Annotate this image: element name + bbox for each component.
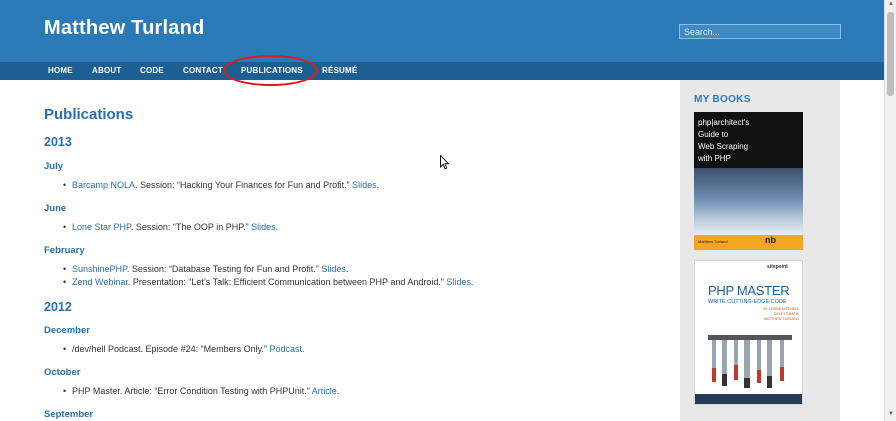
- nav-about[interactable]: ABOUT: [92, 62, 121, 80]
- event-link[interactable]: Lone Star PHP: [72, 222, 131, 232]
- cover-footer-band: [695, 394, 802, 404]
- list-item: • /dev/hell Podcast. Episode #24: “Member…: [63, 344, 305, 354]
- book-cover-php-master[interactable]: sitepoint PHP MASTER WRITE CUTTING-EDGE …: [694, 260, 803, 405]
- podcast-link[interactable]: Podcast: [269, 344, 302, 354]
- entry-end: .: [301, 344, 305, 354]
- list-item: • Zend Webinar. Presentation: “Let’s Talk…: [63, 277, 474, 287]
- vertical-scrollbar[interactable]: ▲ ▼: [884, 0, 896, 421]
- month-heading: February: [44, 245, 85, 256]
- slides-link[interactable]: Slides: [446, 277, 471, 287]
- knife-rack-illustration: [708, 335, 792, 388]
- entry-text: . Presentation: “Let’s Talk: Efficient C…: [127, 277, 447, 287]
- cover-art-frost: [694, 168, 803, 235]
- site-header: Matthew Turland Search...: [0, 0, 884, 62]
- sidebar: MY BOOKS php|architect's Guide to Web Sc…: [680, 80, 840, 421]
- scroll-up-arrow-icon[interactable]: ▲: [887, 1, 895, 7]
- cover-line: with PHP: [698, 154, 731, 163]
- list-item: • PHP Master. Article: “Error Condition T…: [63, 386, 340, 396]
- publisher-logo: nb: [765, 235, 776, 245]
- cover-line: Guide to: [698, 130, 729, 139]
- site-title[interactable]: Matthew Turland: [44, 17, 204, 40]
- sitepoint-logo: sitepoint: [767, 264, 788, 270]
- month-heading: June: [44, 203, 67, 214]
- book-cover-authors: BY LORNA MITCHELL DAVEY SHAFIK MATTHEW T…: [744, 307, 799, 322]
- nav-resume[interactable]: RÉSUMÉ: [322, 62, 357, 80]
- entry-text: PHP Master. Article: “Error Condition Te…: [72, 386, 312, 396]
- cover-author: Matthew Turland: [698, 239, 728, 244]
- month-heading: September: [44, 409, 94, 420]
- bullet: •: [63, 344, 67, 354]
- bullet: •: [63, 180, 67, 190]
- slides-link[interactable]: Slides: [321, 264, 346, 274]
- mouse-cursor-icon: [440, 155, 450, 170]
- book-cover-title: php|architect's Guide to Web Scraping wi…: [698, 117, 798, 165]
- entry-end: .: [336, 386, 340, 396]
- event-link[interactable]: SunshinePHP: [72, 264, 127, 274]
- entry-text: . Session: “Database Testing for Fun and…: [126, 264, 322, 274]
- bullet: •: [63, 277, 67, 287]
- article-link[interactable]: Article: [312, 386, 337, 396]
- event-link[interactable]: Zend Webinar: [72, 277, 128, 287]
- entry-end: .: [376, 180, 380, 190]
- list-item: • SunshinePHP. Session: “Database Testing…: [63, 264, 349, 274]
- main-nav: HOME ABOUT CODE CONTACT PUBLICATIONS RÉS…: [0, 62, 884, 80]
- entry-end: .: [345, 264, 349, 274]
- entry-text: /dev/hell Podcast. Episode #24: “Members…: [72, 344, 270, 354]
- year-heading: 2013: [44, 135, 72, 149]
- month-heading: December: [44, 325, 90, 336]
- list-item: • Lone Star PHP. Session: “The OOP in PHP…: [63, 222, 279, 232]
- bullet: •: [63, 386, 67, 396]
- book-cover-title: PHP MASTER: [708, 283, 790, 298]
- bullet: •: [63, 222, 67, 232]
- book-cover-web-scraping[interactable]: php|architect's Guide to Web Scraping wi…: [694, 112, 803, 250]
- scrollbar-thumb[interactable]: [887, 12, 894, 96]
- event-link[interactable]: Barcamp NOLA: [72, 180, 135, 190]
- entry-end: .: [470, 277, 474, 287]
- scroll-down-arrow-icon[interactable]: ▼: [887, 411, 895, 417]
- page-title: Publications: [44, 106, 134, 123]
- slides-link[interactable]: Slides: [251, 222, 276, 232]
- nav-publications[interactable]: PUBLICATIONS: [241, 62, 303, 80]
- year-heading: 2012: [44, 300, 72, 314]
- entry-end: .: [275, 222, 279, 232]
- list-item: • Barcamp NOLA. Session: “Hacking Your Fi…: [63, 180, 380, 190]
- entry-text: . Session: “Hacking Your Finances for Fu…: [135, 180, 353, 190]
- bullet: •: [63, 264, 67, 274]
- month-heading: October: [44, 367, 81, 378]
- nav-code[interactable]: CODE: [140, 62, 164, 80]
- nav-contact[interactable]: CONTACT: [183, 62, 223, 80]
- entry-text: . Session: “The OOP in PHP.”: [130, 222, 252, 232]
- month-heading: July: [44, 161, 64, 172]
- sidebar-title: MY BOOKS: [694, 94, 751, 105]
- nav-home[interactable]: HOME: [48, 62, 73, 80]
- cover-author: MATTHEW TURLAND: [764, 317, 799, 321]
- slides-link[interactable]: Slides: [352, 180, 377, 190]
- cover-line: php|architect's: [698, 118, 750, 127]
- book-cover-subtitle: WRITE CUTTING-EDGE CODE: [708, 299, 787, 305]
- cover-line: Web Scraping: [698, 142, 749, 151]
- search-input[interactable]: Search...: [679, 24, 841, 39]
